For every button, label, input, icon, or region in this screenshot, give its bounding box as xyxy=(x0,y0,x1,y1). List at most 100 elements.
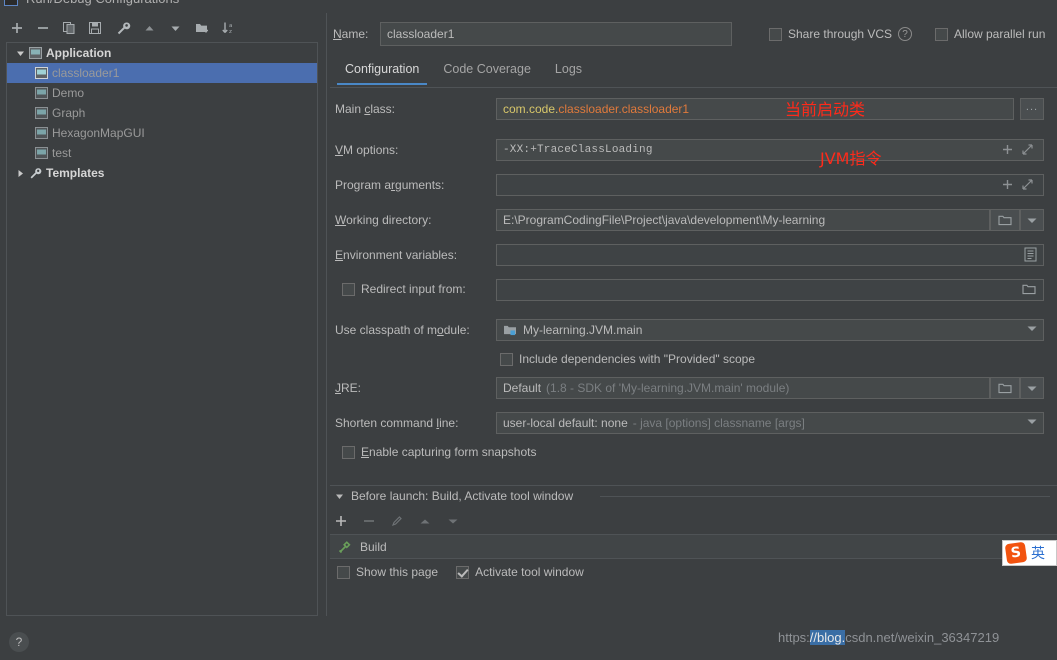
chevron-right-icon[interactable] xyxy=(13,169,27,178)
annotation-main-class: 当前启动类 xyxy=(785,100,866,119)
folder-icon xyxy=(1022,284,1036,295)
include-provided-label: Include dependencies with "Provided" sco… xyxy=(519,352,756,366)
expand-icon[interactable] xyxy=(1022,143,1033,158)
new-folder-button[interactable] xyxy=(191,17,213,39)
form-snapshots-checkbox[interactable]: EEnable capturing form snapshotsnable ca… xyxy=(342,445,536,459)
tab-configuration[interactable]: Configuration xyxy=(333,58,431,85)
tree-item-hexagonmapgui[interactable]: HexagonMapGUI xyxy=(7,123,317,143)
panel-divider xyxy=(326,13,327,616)
show-this-page-checkbox[interactable]: Show this page xyxy=(337,565,438,579)
copy-configuration-button[interactable] xyxy=(58,17,80,39)
checkbox-box[interactable] xyxy=(935,27,948,41)
before-launch-title: Before launch: Build, Activate tool wind… xyxy=(351,489,574,503)
help-button[interactable]: ? xyxy=(9,632,29,652)
before-launch-edit-button[interactable] xyxy=(389,515,405,527)
move-up-button[interactable] xyxy=(138,17,160,39)
before-launch-move-down-button[interactable] xyxy=(445,517,461,526)
activate-tool-window-label: Activate tool window xyxy=(475,565,584,579)
module-icon xyxy=(503,324,517,336)
chevron-down-icon[interactable] xyxy=(13,49,27,58)
expand-icon[interactable] xyxy=(1022,178,1033,193)
shorten-command-line-dropdown-arrow[interactable] xyxy=(1027,418,1037,425)
bottom-checkboxes: Show this page Activate tool window xyxy=(337,565,584,579)
redirect-input-checkbox[interactable]: Redirect input from: xyxy=(342,282,466,296)
checkbox-box[interactable] xyxy=(769,27,782,41)
save-configuration-button[interactable] xyxy=(84,17,106,39)
remove-configuration-button[interactable] xyxy=(32,17,54,39)
sogou-logo-icon: S xyxy=(1004,541,1028,565)
working-directory-dropdown-button[interactable] xyxy=(1020,209,1044,231)
tabs-underline xyxy=(330,87,1057,88)
before-launch-remove-button[interactable] xyxy=(361,515,377,527)
edit-templates-button[interactable] xyxy=(112,17,134,39)
tree-group-label: Application xyxy=(46,46,112,60)
vm-options-value: -XX:+TraceClassLoading xyxy=(503,144,653,156)
main-class-browse-button[interactable]: ... xyxy=(1020,98,1044,120)
add-configuration-button[interactable] xyxy=(6,17,28,39)
sogou-ime-widget[interactable]: S 英 xyxy=(1002,540,1057,566)
move-down-button[interactable] xyxy=(164,17,186,39)
jre-browse-button[interactable] xyxy=(990,377,1020,399)
jre-dropdown[interactable]: Default (1.8 - SDK of 'My-learning.JVM.m… xyxy=(496,377,990,399)
working-directory-input[interactable]: E:\ProgramCodingFile\Project\java\develo… xyxy=(496,209,990,231)
checkbox-box[interactable] xyxy=(342,282,355,296)
shorten-command-line-dropdown[interactable]: user-local default: none - java [options… xyxy=(496,412,1044,434)
before-launch-task-row[interactable]: Build xyxy=(330,534,1057,559)
redirect-input-browse[interactable] xyxy=(1022,283,1036,295)
jre-value: Default xyxy=(503,381,542,395)
annotation-vm-options: JVM指令 xyxy=(820,149,882,168)
use-classpath-dropdown-arrow[interactable] xyxy=(1027,325,1037,332)
program-arguments-input[interactable] xyxy=(496,174,1044,196)
configurations-tree[interactable]: Application classloader1 Demo Graph Hexa xyxy=(6,42,318,616)
before-launch-add-button[interactable] xyxy=(333,515,349,527)
tree-group-templates[interactable]: Templates xyxy=(7,163,317,183)
ime-mode-label[interactable]: 英 xyxy=(1031,543,1045,563)
folder-icon xyxy=(998,215,1012,226)
tree-item-label: Graph xyxy=(52,106,86,120)
tree-group-application[interactable]: Application xyxy=(7,43,317,63)
main-class-package: com.code. xyxy=(503,102,559,116)
activate-tool-window-checkbox[interactable]: Activate tool window xyxy=(456,565,584,579)
sort-az-button[interactable]: az xyxy=(217,17,239,39)
main-class-name: classloader.classloader1 xyxy=(558,102,690,116)
help-icon[interactable]: ? xyxy=(898,27,913,41)
redirect-input-field[interactable] xyxy=(496,279,1044,301)
tree-group-label: Templates xyxy=(46,166,105,180)
before-launch-move-up-button[interactable] xyxy=(417,517,433,526)
svg-text:z: z xyxy=(229,29,232,35)
list-icon xyxy=(1024,247,1037,262)
checkbox-box[interactable] xyxy=(342,445,355,459)
show-this-page-label: Show this page xyxy=(356,565,439,579)
working-directory-browse-button[interactable] xyxy=(990,209,1020,231)
allow-parallel-run-checkbox[interactable]: Allow parallel run xyxy=(935,27,1045,41)
add-icon[interactable] xyxy=(1002,178,1013,193)
main-class-input[interactable]: com.code. classloader.classloader1 xyxy=(496,98,1014,120)
jre-dropdown-button[interactable] xyxy=(1020,377,1044,399)
tree-item-test[interactable]: test xyxy=(7,143,317,163)
folder-icon xyxy=(998,383,1012,394)
before-launch-toolbar xyxy=(333,510,461,532)
vm-options-input[interactable]: -XX:+TraceClassLoading xyxy=(496,139,1044,161)
app-icon xyxy=(4,0,18,6)
use-classpath-value: My-learning.JVM.main xyxy=(523,323,643,337)
checkbox-box[interactable] xyxy=(456,565,470,579)
tab-logs[interactable]: Logs xyxy=(543,58,594,82)
checkbox-box[interactable] xyxy=(337,565,350,579)
program-arguments-label: Program arguments: xyxy=(335,178,445,192)
use-classpath-dropdown[interactable]: My-learning.JVM.main xyxy=(496,319,1044,341)
environment-variables-input[interactable] xyxy=(496,244,1044,266)
add-icon[interactable] xyxy=(1002,143,1013,158)
name-input[interactable]: classloader1 xyxy=(380,22,732,46)
include-provided-checkbox[interactable]: Include dependencies with "Provided" sco… xyxy=(500,352,755,366)
tree-item-graph[interactable]: Graph xyxy=(7,103,317,123)
tree-item-demo[interactable]: Demo xyxy=(7,83,317,103)
application-icon xyxy=(33,127,49,139)
build-hammer-icon xyxy=(338,540,352,554)
share-through-vcs-checkbox[interactable]: Share through VCS ? xyxy=(769,27,913,41)
tab-code-coverage[interactable]: Code Coverage xyxy=(431,58,543,82)
environment-variables-browse[interactable] xyxy=(1024,247,1037,262)
chevron-down-icon[interactable] xyxy=(335,492,344,501)
before-launch-header[interactable]: Before launch: Build, Activate tool wind… xyxy=(335,489,573,503)
tree-item-classloader1[interactable]: classloader1 xyxy=(7,63,317,83)
checkbox-box[interactable] xyxy=(500,352,513,366)
